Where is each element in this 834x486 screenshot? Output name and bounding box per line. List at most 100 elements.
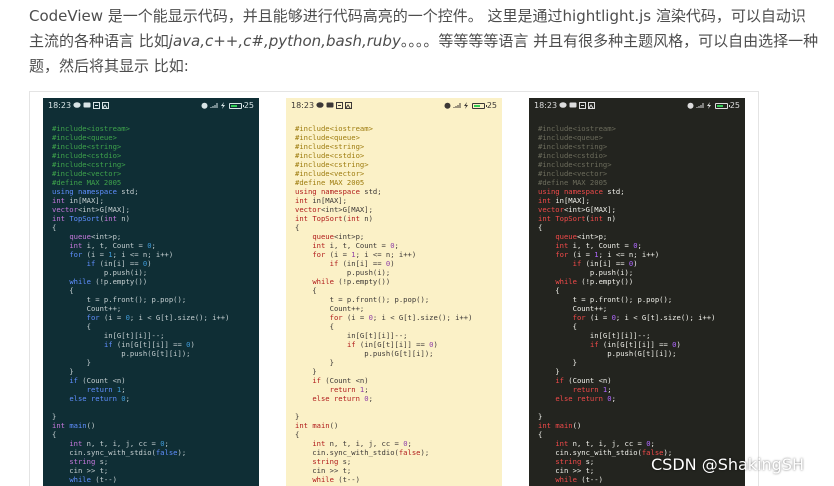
code-line: in[G[t][i]]--;	[538, 331, 741, 340]
code-token: TopSort	[555, 214, 586, 223]
code-token: ;	[607, 385, 612, 394]
code-token: (t--)	[95, 475, 117, 484]
code-token: ; i < G[t].size(); i++)	[615, 313, 716, 322]
clock: 18:23	[48, 101, 72, 110]
code-token: (i =	[572, 250, 595, 259]
code-token: (i =	[346, 313, 369, 322]
code-token: if	[555, 376, 569, 385]
code-token: t = p.front(); p.pop();	[295, 295, 430, 304]
code-token: {	[52, 430, 57, 439]
code-token: #include<string>	[538, 142, 608, 151]
signal-icon	[696, 103, 704, 108]
code-line: }	[295, 358, 498, 367]
code-line: int TopSort(int n)	[295, 214, 498, 223]
code-token: ; i <= n; i++)	[355, 250, 417, 259]
code-token: ; i < G[t].size(); i++)	[129, 313, 230, 322]
code-line: int main()	[538, 421, 741, 430]
code-token: {	[295, 286, 317, 295]
code-line: #include<queue>	[52, 133, 255, 142]
code-token: #include<string>	[52, 142, 122, 151]
code-token: <int>p;	[90, 232, 122, 241]
code-line: {	[52, 223, 255, 232]
code-token: cin.sync_with_stdio(	[295, 448, 399, 457]
code-line: using namespace std;	[295, 187, 498, 196]
code-token: p.push(G[t][i]);	[538, 349, 677, 358]
code-line: vector<int>G[MAX];	[52, 205, 255, 214]
code-line: using namespace std;	[52, 187, 255, 196]
code-token: s;	[342, 457, 352, 466]
code-token: main	[312, 421, 330, 430]
code-token: ;	[368, 394, 373, 403]
code-token: int	[52, 196, 70, 205]
code-token: vector	[538, 205, 564, 214]
chat-bubble-icon	[316, 102, 324, 108]
code-token: n, t, i, j, cc =	[329, 439, 404, 448]
code-token: {	[538, 286, 560, 295]
code-token: #include<cstring>	[538, 160, 612, 169]
code-token: p.push(G[t][i]);	[52, 349, 191, 358]
intro-line-1: CodeView 是一个能显示代码，并且能够进行代码高亮的一个控件。 这里是通过…	[29, 7, 806, 25]
code-token: (!p.empty())	[95, 277, 148, 286]
code-token: (in[G[t][i]] ==	[116, 340, 187, 349]
code-line: cin >> t;	[52, 466, 255, 475]
code-token: string	[555, 457, 586, 466]
code-token: #define MAX 2005	[52, 178, 122, 187]
phone-screenshot-monokai-dark: 18:23 25 #include<iostream> #include<queu…	[529, 98, 745, 486]
code-token: int	[538, 196, 556, 205]
code-line: for (i = 1; i <= n; i++)	[538, 250, 741, 259]
code-token: int	[52, 421, 70, 430]
code-token: }	[295, 358, 334, 367]
alarm-icon	[687, 102, 694, 109]
code-line: int TopSort(int n)	[538, 214, 741, 223]
code-token: ; i <= n; i++)	[112, 250, 174, 259]
code-token: else return	[312, 394, 365, 403]
code-token: p.push(G[t][i]);	[295, 349, 434, 358]
code-token: int	[346, 214, 365, 223]
code-token: ;	[164, 439, 169, 448]
code-token: while	[312, 277, 339, 286]
code-token: string	[69, 457, 100, 466]
code-token: ;	[364, 385, 369, 394]
code-token: ;	[151, 241, 156, 250]
code-line: in[G[t][i]]--;	[52, 331, 255, 340]
code-token: p.push(i);	[538, 268, 634, 277]
code-token: #define MAX 2005	[538, 178, 608, 187]
code-token: <int>G[MAX];	[563, 205, 616, 214]
message-icon	[83, 102, 91, 108]
battery-level: 25	[486, 101, 497, 110]
code-line: int in[MAX];	[538, 196, 741, 205]
code-line: #include<iostream>	[538, 124, 741, 133]
code-token: {	[52, 286, 74, 295]
code-token: #include<cstdio>	[538, 151, 608, 160]
code-token: for	[312, 250, 330, 259]
code-token: (Count <n)	[325, 376, 369, 385]
code-line: for (i = 1; i <= n; i++)	[52, 250, 255, 259]
code-token: if	[572, 259, 586, 268]
code-line: queue<int>p;	[538, 232, 741, 241]
code-line: #include<string>	[538, 142, 741, 151]
code-line: p.push(G[t][i]);	[52, 349, 255, 358]
code-token: return	[86, 385, 117, 394]
code-token: i, t, Count =	[329, 241, 391, 250]
code-token: (!p.empty())	[338, 277, 391, 286]
phone-screenshot-light-yellow: 18:23 25 #include<iostream> #include<queu…	[286, 98, 502, 486]
code-line: vector<int>G[MAX];	[538, 205, 741, 214]
code-token: for	[86, 313, 104, 322]
code-line: p.push(G[t][i]);	[538, 349, 741, 358]
code-token: for	[329, 313, 347, 322]
code-token: {	[295, 322, 334, 331]
code-token: #include<vector>	[538, 169, 608, 178]
alarm-icon	[444, 102, 451, 109]
code-token: #define MAX 2005	[295, 178, 365, 187]
code-token: while	[69, 475, 96, 484]
code-line: #define MAX 2005	[52, 178, 255, 187]
code-token: Count++;	[538, 304, 608, 313]
code-token: ; i < G[t].size(); i++)	[372, 313, 473, 322]
